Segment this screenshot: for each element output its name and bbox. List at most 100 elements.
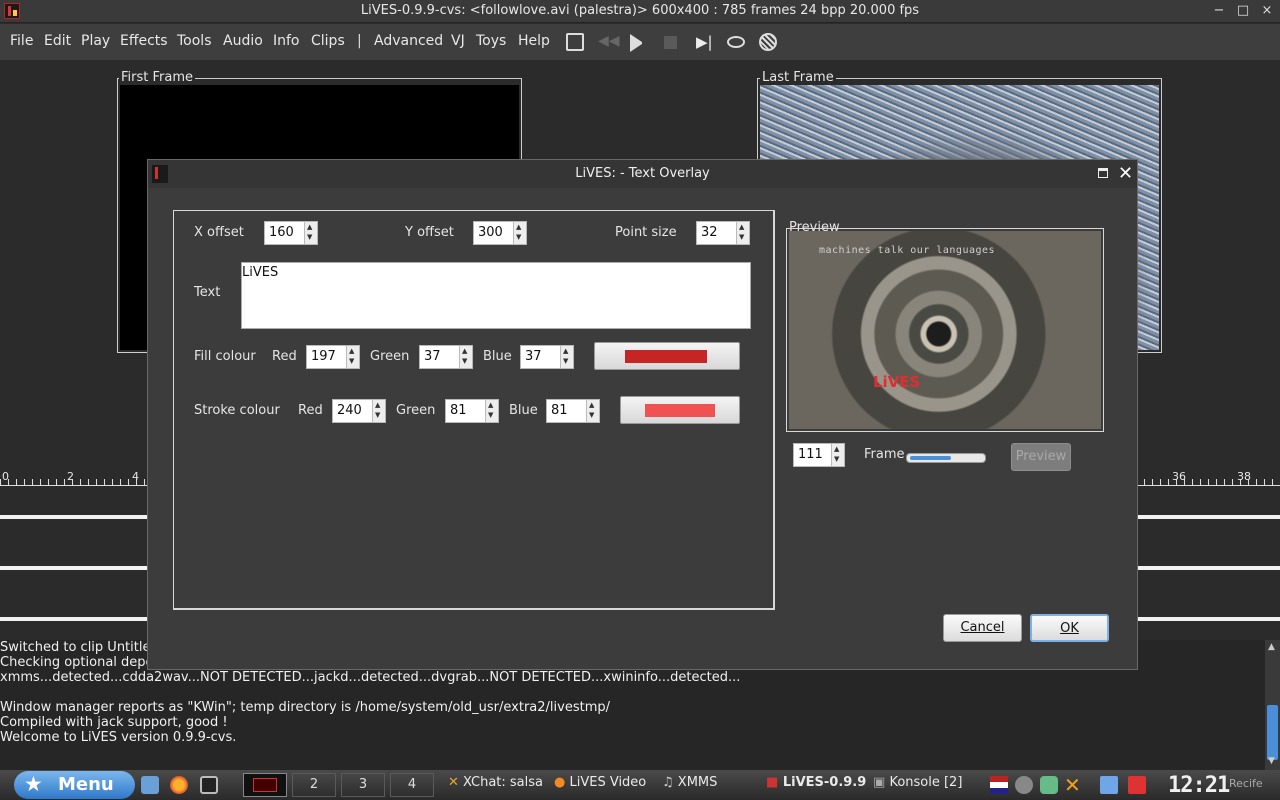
- stop-icon[interactable]: [664, 36, 677, 49]
- desktop-3[interactable]: 3: [341, 773, 385, 797]
- preview-caption: machines talk our languages: [819, 245, 996, 256]
- scroll-up-icon[interactable]: ▲: [1268, 642, 1275, 652]
- log-line: Window manager reports as "KWin"; temp d…: [0, 700, 610, 715]
- xchat-tray-icon[interactable]: ✕: [1064, 775, 1082, 795]
- task-xchat[interactable]: ✕ XChat: salsa: [448, 775, 543, 790]
- minimize-button[interactable]: −: [1211, 3, 1227, 19]
- fill-red-value: 197: [311, 349, 336, 364]
- network-icon[interactable]: [1015, 776, 1033, 794]
- stroke-green-spinbutton[interactable]: 81 ▲ ▼: [445, 399, 499, 423]
- dialog-close-button[interactable]: ✕: [1118, 163, 1133, 184]
- menu-advanced[interactable]: Advanced: [374, 33, 443, 49]
- parameters-panel: X offset 160 ▲ ▼ Y offset 300 ▲ ▼ Point si…: [173, 210, 775, 610]
- task-lives-video[interactable]: ● LiVES Video: [554, 775, 646, 790]
- fill-red-label: Red: [272, 349, 297, 364]
- menu-clips[interactable]: Clips: [311, 33, 345, 49]
- updates-icon[interactable]: [1040, 776, 1058, 794]
- rewind-icon[interactable]: ◀◀: [598, 33, 620, 51]
- point-size-spinbutton[interactable]: 32 ▲ ▼: [696, 221, 750, 245]
- loop-icon[interactable]: [727, 36, 745, 48]
- clip-window-icon[interactable]: [566, 33, 584, 51]
- fill-blue-stepper[interactable]: ▲ ▼: [560, 346, 573, 368]
- cancel-button[interactable]: Cancel: [943, 614, 1022, 642]
- task-lives-main-label: LiVES-0.9.9: [782, 775, 867, 790]
- stroke-colour-button[interactable]: [620, 396, 740, 424]
- desktop-1[interactable]: [243, 773, 287, 797]
- stroke-blue-stepper[interactable]: ▲ ▼: [586, 400, 599, 422]
- log-line: Compiled with jack support, good !: [0, 715, 228, 730]
- desktop-4[interactable]: 4: [390, 773, 434, 797]
- volume-mute-icon[interactable]: [759, 33, 777, 51]
- fill-blue-value: 37: [525, 349, 542, 364]
- stroke-green-label: Green: [396, 403, 436, 418]
- x-offset-spinbutton[interactable]: 160 ▲ ▼: [264, 221, 318, 245]
- stroke-red-stepper[interactable]: ▲ ▼: [372, 400, 385, 422]
- menu-help[interactable]: Help: [518, 33, 550, 49]
- fill-red-spinbutton[interactable]: 197 ▲ ▼: [306, 345, 360, 369]
- xchat-icon: ✕: [448, 775, 459, 790]
- menu-vj[interactable]: VJ: [451, 33, 465, 49]
- menu-file[interactable]: File: [10, 33, 33, 49]
- y-offset-spinbutton[interactable]: 300 ▲ ▼: [473, 221, 527, 245]
- stroke-blue-label: Blue: [509, 403, 538, 418]
- text-overlay-dialog: LiVES: - Text Overlay ✕ X offset 160 ▲ ▼ …: [147, 159, 1138, 670]
- start-menu-button[interactable]: ★ Menu: [14, 771, 135, 799]
- fill-colour-label: Fill colour: [194, 349, 256, 364]
- desktop-2[interactable]: 2: [292, 773, 336, 797]
- lives-icon: ■: [766, 775, 779, 790]
- show-desktop-icon[interactable]: [1100, 776, 1118, 794]
- stroke-blue-spinbutton[interactable]: 81 ▲ ▼: [546, 399, 600, 423]
- xmms-icon: ♫: [662, 775, 674, 790]
- firefox-icon[interactable]: [170, 776, 188, 794]
- fill-green-stepper[interactable]: ▲ ▼: [459, 346, 472, 368]
- point-size-stepper[interactable]: ▲ ▼: [736, 222, 749, 244]
- menu-toys[interactable]: Toys: [476, 33, 506, 49]
- x-offset-value: 160: [269, 225, 294, 240]
- menu-separator: |: [357, 33, 362, 49]
- menu-edit[interactable]: Edit: [44, 33, 71, 49]
- fill-colour-button[interactable]: [594, 342, 740, 370]
- play-icon[interactable]: [630, 34, 648, 52]
- ruler-tick: 38: [1237, 470, 1251, 483]
- log-scrollbar[interactable]: ▲ ▼: [1265, 640, 1280, 770]
- x-offset-stepper[interactable]: ▲ ▼: [304, 222, 317, 244]
- fill-green-spinbutton[interactable]: 37 ▲ ▼: [419, 345, 473, 369]
- task-konsole[interactable]: ▣ Konsole [2]: [873, 775, 962, 790]
- menu-effects[interactable]: Effects: [120, 33, 168, 49]
- menu-tools[interactable]: Tools: [177, 33, 212, 49]
- clock[interactable]: 12:21: [1168, 773, 1230, 798]
- task-xmms-label: XMMS: [677, 775, 718, 790]
- stroke-blue-value: 81: [551, 403, 568, 418]
- dialog-maximize-button[interactable]: [1098, 168, 1108, 178]
- task-lives-main[interactable]: ■ LiVES-0.9.9: [766, 775, 866, 790]
- ok-button[interactable]: OK: [1030, 614, 1109, 642]
- maximize-button[interactable]: □: [1235, 3, 1251, 19]
- close-button[interactable]: ×: [1259, 3, 1275, 19]
- scroll-thumb[interactable]: [1267, 705, 1278, 760]
- preview-panel: machines talk our languages LiVES: [786, 228, 1104, 432]
- play-selection-icon[interactable]: ▶|: [696, 33, 714, 51]
- scroll-down-icon[interactable]: ▼: [1268, 756, 1275, 766]
- menu-info[interactable]: Info: [273, 33, 300, 49]
- fill-red-stepper[interactable]: ▲ ▼: [346, 346, 359, 368]
- fill-green-label: Green: [370, 349, 410, 364]
- preview-button[interactable]: Preview: [1011, 443, 1071, 471]
- stroke-green-stepper[interactable]: ▲ ▼: [485, 400, 498, 422]
- menu-audio[interactable]: Audio: [223, 33, 263, 49]
- fill-blue-spinbutton[interactable]: 37 ▲ ▼: [520, 345, 574, 369]
- stroke-red-spinbutton[interactable]: 240 ▲ ▼: [332, 399, 386, 423]
- task-xmms[interactable]: ♫ XMMS: [662, 775, 717, 790]
- terminal-icon[interactable]: [200, 776, 218, 794]
- frame-slider[interactable]: [906, 453, 986, 463]
- frame-label: Frame: [864, 447, 905, 462]
- task-konsole-label: Konsole [2]: [889, 775, 963, 790]
- keyboard-layout-icon[interactable]: [990, 776, 1008, 794]
- y-offset-stepper[interactable]: ▲ ▼: [513, 222, 526, 244]
- start-menu-label: Menu: [58, 774, 114, 795]
- frame-stepper[interactable]: ▲ ▼: [831, 444, 844, 466]
- overlay-text-input[interactable]: LiVES: [241, 262, 751, 329]
- mail-icon[interactable]: [141, 776, 159, 794]
- menu-play[interactable]: Play: [81, 33, 110, 49]
- logout-icon[interactable]: [1128, 776, 1146, 794]
- frame-spinbutton[interactable]: 111 ▲ ▼: [793, 443, 845, 467]
